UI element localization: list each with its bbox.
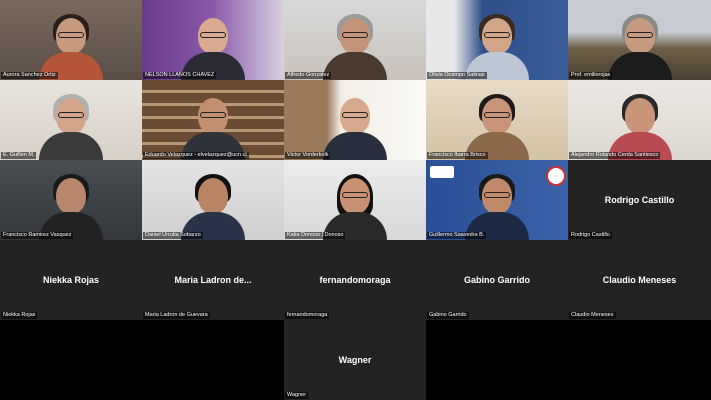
participant-tile[interactable]: fernandomoraga fernandomoraga [284, 240, 426, 320]
participant-video [607, 10, 672, 80]
participant-tile[interactable]: Gabino Garrido Gabino Garrido [426, 240, 568, 320]
participant-display-name: Niekka Rojas [42, 275, 100, 285]
participant-name: Rodrigo Castillo [569, 232, 612, 239]
participant-name: fernandomoraga [285, 312, 330, 319]
participant-tile[interactable]: Francisco Ibarra Brisco [426, 80, 568, 160]
participant-tile[interactable]: Olivia Ocampo Salinas [426, 0, 568, 80]
participant-video [39, 90, 103, 160]
participant-name: Francisco Ramirez Vasquez [1, 232, 74, 239]
participant-name: Wagner [285, 392, 309, 399]
participant-tile[interactable]: Francisco Ramirez Vasquez [0, 160, 142, 240]
participant-tile[interactable]: Claudio Meneses Claudio Meneses [568, 240, 711, 320]
participant-name: Niekka Rojas [1, 312, 38, 319]
participant-name: Aurora Sanchez Ortiz [1, 72, 58, 79]
video-gallery-grid: Aurora Sanchez Ortiz NELSON LLANOS CHAVE… [0, 0, 711, 400]
participant-video [465, 10, 529, 80]
participant-name: Alfredo Gonzalez [285, 72, 332, 79]
participant-video [181, 90, 245, 160]
participant-tile[interactable]: Rodrigo Castillo Rodrigo Castillo [568, 160, 711, 240]
participant-tile[interactable]: Wagner Wagner [284, 320, 426, 400]
participant-name: Maria Ladron de Guevara [143, 312, 210, 319]
participant-name: Francisco Ibarra Brisco [427, 152, 488, 159]
participant-name: Victor Vorderkolk [285, 152, 331, 159]
participant-name: Gabino Garrido [427, 312, 469, 319]
participant-display-name: Rodrigo Castillo [604, 195, 675, 205]
participant-video [323, 10, 387, 80]
participant-tile[interactable]: Maria Ladron de... Maria Ladron de Gueva… [142, 240, 284, 320]
participant-video [181, 170, 245, 240]
participant-display-name: fernandomoraga [319, 275, 391, 285]
participant-tile[interactable]: Niekka Rojas Niekka Rojas [0, 240, 142, 320]
participant-name: Daniel Urrutia Sobarzo [143, 232, 203, 239]
participant-tile[interactable]: NELSON LLANOS CHAVEZ [142, 0, 284, 80]
participant-video [323, 90, 387, 160]
participant-name: Eduardo Velazquez - elvelazquez@ucn.cl [143, 152, 249, 159]
participant-tile[interactable]: Eduardo Velazquez - elvelazquez@ucn.cl [142, 80, 284, 160]
participant-tile[interactable]: Alfredo Gonzalez [284, 0, 426, 80]
ucn-logo-icon [430, 166, 454, 178]
participant-display-name: Wagner [338, 355, 372, 365]
participant-name: Prof. emiliorojas [569, 72, 613, 79]
participant-name: Claudio Meneses [569, 312, 616, 319]
participant-tile[interactable]: E. Guillen M. [0, 80, 142, 160]
participant-tile[interactable]: Guillermo Saavedra B. [426, 160, 568, 240]
participant-video [607, 90, 672, 160]
participant-video [39, 170, 103, 240]
participant-display-name: Gabino Garrido [463, 275, 530, 285]
participant-display-name: Maria Ladron de... [174, 275, 252, 285]
participant-video [323, 170, 387, 240]
participant-display-name: Claudio Meneses [602, 275, 677, 285]
participant-tile[interactable]: Katia Donoso | Donoso [284, 160, 426, 240]
participant-tile[interactable]: Alejandro Rolando Cerda Santiesco [568, 80, 711, 160]
participant-tile[interactable]: Aurora Sanchez Ortiz [0, 0, 142, 80]
participant-video [181, 10, 245, 80]
seal-icon [546, 166, 566, 186]
participant-name: Guillermo Saavedra B. [427, 232, 487, 239]
participant-name: Alejandro Rolando Cerda Santiesco [569, 152, 661, 159]
participant-video [465, 170, 529, 240]
participant-tile[interactable]: Victor Vorderkolk [284, 80, 426, 160]
participant-tile[interactable]: Prof. emiliorojas [568, 0, 711, 80]
participant-name: Katia Donoso | Donoso [285, 232, 346, 239]
participant-video [465, 90, 529, 160]
participant-name: Olivia Ocampo Salinas [427, 72, 487, 79]
participant-tile[interactable]: Daniel Urrutia Sobarzo [142, 160, 284, 240]
participant-name: NELSON LLANOS CHAVEZ [143, 72, 217, 79]
participant-video [39, 10, 103, 80]
participant-name: E. Guillen M. [1, 152, 37, 159]
